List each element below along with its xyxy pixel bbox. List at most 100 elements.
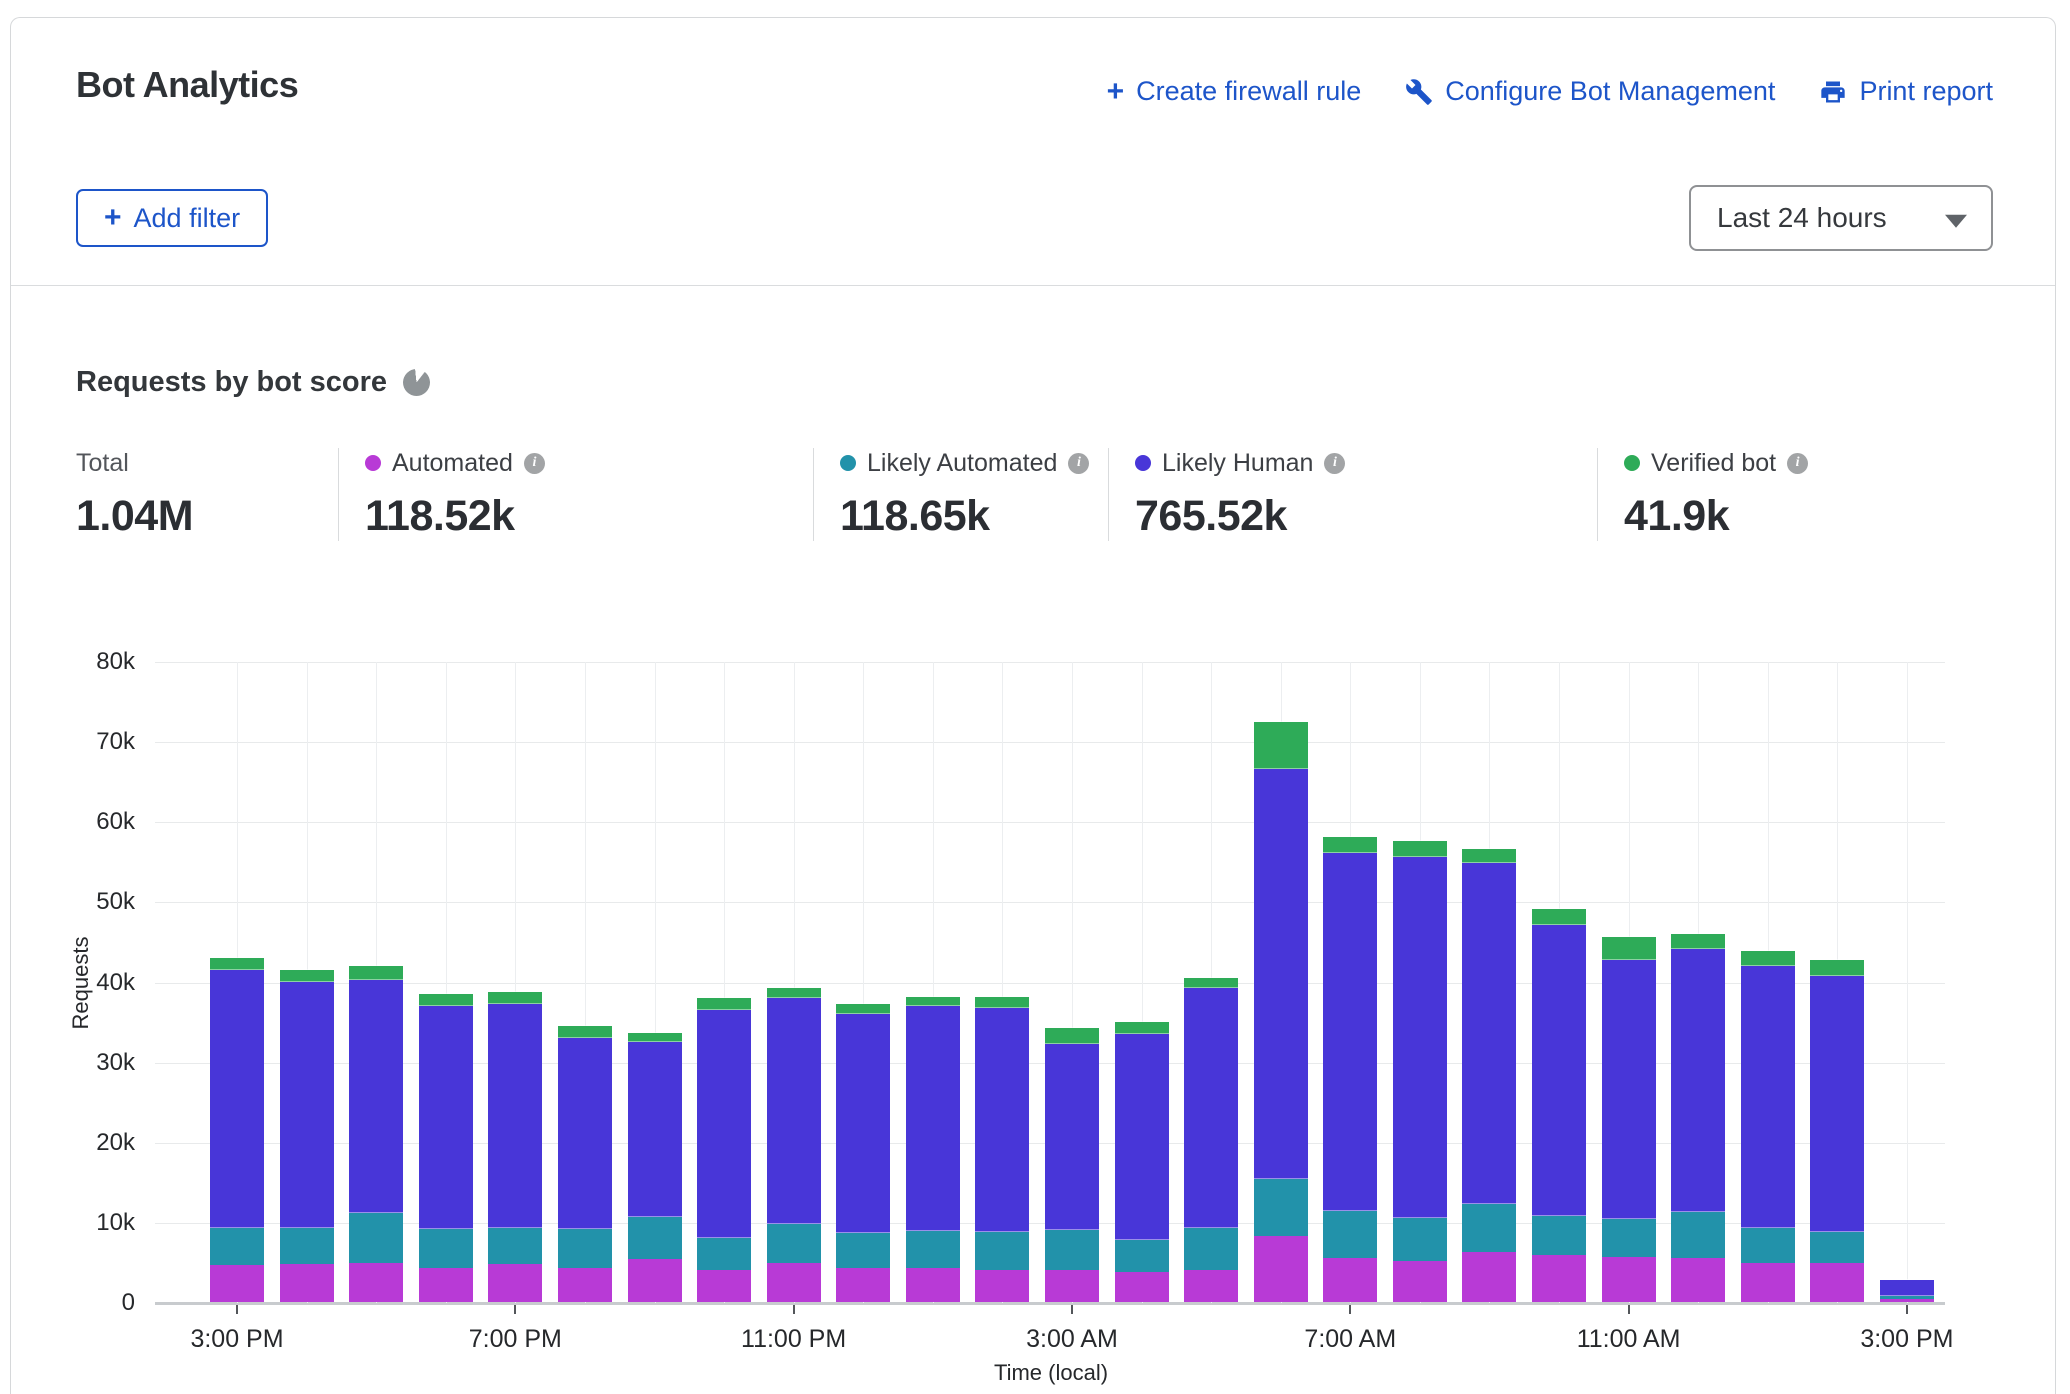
bar-segment-verified-bot[interactable]: [1323, 837, 1377, 852]
bar-segment-automated[interactable]: [836, 1268, 890, 1302]
bar-segment-likely-human[interactable]: [1532, 925, 1586, 1217]
add-filter-button[interactable]: + Add filter: [76, 189, 268, 247]
info-icon[interactable]: i: [1068, 453, 1089, 474]
bar-segment-verified-bot[interactable]: [628, 1033, 682, 1043]
bar-1100pm[interactable]: [767, 988, 821, 1302]
bar-900am[interactable]: [1462, 849, 1516, 1302]
bar-segment-verified-bot[interactable]: [349, 966, 403, 980]
bar-segment-likely-human[interactable]: [1741, 966, 1795, 1228]
bar-segment-verified-bot[interactable]: [767, 988, 821, 998]
bar-segment-verified-bot[interactable]: [1393, 841, 1447, 858]
bar-segment-automated[interactable]: [975, 1270, 1029, 1302]
bar-segment-likely-human[interactable]: [628, 1042, 682, 1217]
bar-segment-likely-human[interactable]: [836, 1014, 890, 1234]
info-icon[interactable]: i: [1324, 453, 1345, 474]
bar-segment-likely-automated[interactable]: [1602, 1219, 1656, 1257]
bar-segment-likely-automated[interactable]: [767, 1224, 821, 1263]
bar-segment-likely-automated[interactable]: [558, 1229, 612, 1268]
bar-segment-likely-automated[interactable]: [419, 1229, 473, 1268]
bar-500pm[interactable]: [349, 966, 403, 1302]
bar-segment-automated[interactable]: [280, 1264, 334, 1302]
bar-segment-likely-automated[interactable]: [1810, 1232, 1864, 1263]
bar-1100am[interactable]: [1602, 937, 1656, 1302]
bar-segment-likely-automated[interactable]: [1741, 1228, 1795, 1263]
bar-400pm[interactable]: [280, 970, 334, 1302]
bar-segment-automated[interactable]: [419, 1268, 473, 1302]
bar-segment-automated[interactable]: [1323, 1258, 1377, 1302]
bar-segment-automated[interactable]: [1045, 1270, 1099, 1302]
bar-segment-likely-automated[interactable]: [1462, 1204, 1516, 1252]
bar-600am[interactable]: [1254, 722, 1308, 1302]
bar-segment-verified-bot[interactable]: [280, 970, 334, 983]
bar-segment-automated[interactable]: [558, 1268, 612, 1302]
bar-segment-automated[interactable]: [1880, 1299, 1934, 1302]
bar-segment-likely-human[interactable]: [1045, 1044, 1099, 1230]
bar-500am[interactable]: [1184, 978, 1238, 1302]
bar-segment-verified-bot[interactable]: [1184, 978, 1238, 988]
bar-segment-verified-bot[interactable]: [1532, 909, 1586, 925]
bar-segment-verified-bot[interactable]: [488, 992, 542, 1004]
bar-segment-likely-human[interactable]: [1671, 949, 1725, 1213]
bar-segment-automated[interactable]: [1741, 1263, 1795, 1302]
bar-400am[interactable]: [1115, 1022, 1169, 1302]
bar-segment-likely-automated[interactable]: [836, 1233, 890, 1268]
bar-segment-likely-automated[interactable]: [1184, 1228, 1238, 1270]
bar-300pm[interactable]: [210, 958, 264, 1302]
bar-segment-likely-human[interactable]: [558, 1038, 612, 1230]
bar-segment-verified-bot[interactable]: [697, 998, 751, 1009]
bar-segment-likely-automated[interactable]: [280, 1228, 334, 1264]
bar-800pm[interactable]: [558, 1026, 612, 1302]
bar-segment-likely-human[interactable]: [280, 982, 334, 1228]
bar-200pm[interactable]: [1810, 960, 1864, 1302]
bar-segment-likely-human[interactable]: [1602, 960, 1656, 1220]
bar-100am[interactable]: [906, 997, 960, 1302]
bar-1200am[interactable]: [836, 1004, 890, 1302]
bar-800am[interactable]: [1393, 841, 1447, 1303]
bar-segment-verified-bot[interactable]: [975, 997, 1029, 1008]
bar-segment-verified-bot[interactable]: [558, 1026, 612, 1038]
bar-segment-likely-automated[interactable]: [210, 1228, 264, 1265]
bar-segment-verified-bot[interactable]: [1115, 1022, 1169, 1034]
bar-1000am[interactable]: [1532, 909, 1586, 1302]
configure-bot-management-link[interactable]: Configure Bot Management: [1405, 76, 1775, 107]
bar-segment-verified-bot[interactable]: [419, 994, 473, 1006]
bar-700pm[interactable]: [488, 992, 542, 1302]
bar-segment-likely-human[interactable]: [210, 970, 264, 1228]
bar-100pm[interactable]: [1741, 951, 1795, 1302]
bar-700am[interactable]: [1323, 837, 1377, 1302]
bar-segment-automated[interactable]: [1184, 1270, 1238, 1302]
bar-300pm[interactable]: [1880, 1280, 1934, 1302]
bar-segment-automated[interactable]: [349, 1263, 403, 1302]
bar-segment-automated[interactable]: [488, 1264, 542, 1302]
bar-segment-verified-bot[interactable]: [1810, 960, 1864, 976]
bar-segment-verified-bot[interactable]: [906, 997, 960, 1007]
bar-segment-verified-bot[interactable]: [1045, 1028, 1099, 1044]
bar-segment-likely-automated[interactable]: [1045, 1230, 1099, 1270]
bar-300am[interactable]: [1045, 1028, 1099, 1302]
bar-segment-verified-bot[interactable]: [1741, 951, 1795, 965]
bar-segment-likely-automated[interactable]: [1671, 1212, 1725, 1258]
bar-segment-likely-human[interactable]: [488, 1004, 542, 1228]
bar-segment-likely-human[interactable]: [906, 1006, 960, 1230]
bar-segment-likely-automated[interactable]: [1254, 1179, 1308, 1235]
bar-segment-automated[interactable]: [628, 1259, 682, 1302]
bar-segment-likely-automated[interactable]: [1532, 1216, 1586, 1254]
bar-900pm[interactable]: [628, 1033, 682, 1302]
bar-segment-automated[interactable]: [1671, 1258, 1725, 1302]
bar-segment-likely-human[interactable]: [419, 1006, 473, 1230]
bar-segment-automated[interactable]: [906, 1268, 960, 1302]
time-range-select[interactable]: Last 24 hours: [1689, 185, 1993, 251]
bar-segment-likely-human[interactable]: [767, 998, 821, 1224]
bar-segment-likely-automated[interactable]: [1393, 1218, 1447, 1261]
bar-segment-likely-automated[interactable]: [975, 1232, 1029, 1270]
bar-segment-verified-bot[interactable]: [836, 1004, 890, 1014]
bar-segment-likely-automated[interactable]: [628, 1217, 682, 1259]
bar-segment-likely-automated[interactable]: [488, 1228, 542, 1264]
bar-segment-automated[interactable]: [767, 1263, 821, 1302]
bar-segment-likely-human[interactable]: [1810, 976, 1864, 1232]
bar-segment-automated[interactable]: [1602, 1257, 1656, 1302]
create-firewall-rule-link[interactable]: + Create firewall rule: [1107, 76, 1362, 107]
bar-segment-likely-automated[interactable]: [906, 1231, 960, 1268]
bar-segment-verified-bot[interactable]: [210, 958, 264, 970]
bar-1200pm[interactable]: [1671, 934, 1725, 1302]
